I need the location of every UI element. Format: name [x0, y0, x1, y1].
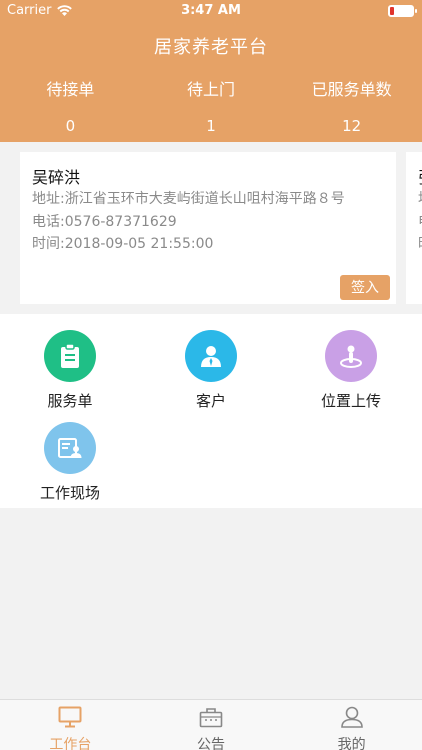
tab-bar: 工作台 公告 我的: [0, 699, 422, 750]
tab-workbench[interactable]: 工作台: [0, 700, 141, 750]
header: 居家养老平台 待接单 0 待上门 1 已服务单数 12: [0, 22, 422, 142]
appointment-time: 时: [418, 233, 422, 253]
grid-item-label: 位置上传: [320, 392, 381, 410]
customer-phone: 电话:0576-87371629: [32, 214, 177, 230]
user-icon: [185, 330, 237, 382]
worksite-icon: [44, 422, 96, 474]
grid-item-work-site[interactable]: 工作现场: [0, 422, 140, 503]
customer-address: 地址:浙江省玉环市大麦屿街道长山咀村海平路８号: [32, 191, 345, 207]
appointment-time: 时间:2018-09-05 21:55:00: [32, 236, 214, 252]
grid-item-location-upload[interactable]: 位置上传: [281, 330, 421, 411]
sign-in-button[interactable]: 签入: [340, 275, 390, 300]
stat-served-count[interactable]: 已服务单数 12: [281, 76, 422, 135]
customer-address: 地: [418, 188, 422, 208]
tab-label: 公告: [197, 737, 225, 750]
location-icon: [325, 330, 377, 382]
tab-label: 我的: [337, 737, 366, 750]
battery-icon: [388, 5, 417, 17]
status-time: 3:47 AM: [181, 3, 241, 18]
function-grid: 服务单 客户 位置上传 工作现场: [0, 314, 422, 508]
monitor-icon: [58, 706, 82, 728]
tab-announcements[interactable]: 公告: [141, 700, 282, 750]
tab-label: 工作台: [49, 737, 92, 750]
order-card[interactable]: 吴碎洪 地址:浙江省玉环市大麦屿街道长山咀村海平路８号 电话:0576-8737…: [20, 152, 396, 304]
grid-item-label: 客户: [195, 392, 226, 410]
profile-icon: [340, 706, 363, 728]
stat-value: 1: [206, 117, 216, 135]
grid-item-customers[interactable]: 客户: [141, 330, 281, 411]
stat-pending-visit[interactable]: 待上门 1: [141, 76, 282, 135]
stat-label: 待上门: [187, 80, 236, 99]
grid-item-label: 工作现场: [39, 484, 100, 502]
customer-name: 吴碎洪: [32, 168, 81, 187]
status-bar: Carrier 3:47 AM: [0, 0, 422, 22]
order-card[interactable]: 张 地 电 时: [406, 152, 422, 304]
stat-label: 待接单: [46, 80, 95, 99]
stat-value: 0: [65, 117, 76, 135]
customer-phone: 电: [418, 211, 422, 231]
stat-value: 12: [342, 117, 362, 135]
order-card-carousel[interactable]: 吴碎洪 地址:浙江省玉环市大麦屿街道长山咀村海平路８号 电话:0576-8737…: [0, 142, 422, 312]
grid-item-service-orders[interactable]: 服务单: [0, 330, 140, 411]
customer-name: 张: [418, 164, 422, 188]
bag-icon: [199, 708, 223, 728]
stat-pending-accept[interactable]: 待接单 0: [0, 76, 141, 135]
tab-mine[interactable]: 我的: [281, 700, 422, 750]
clipboard-icon: [44, 330, 96, 382]
grid-item-label: 服务单: [47, 392, 93, 410]
stat-label: 已服务单数: [311, 80, 392, 99]
page-title: 居家养老平台: [154, 37, 268, 58]
stats-row: 待接单 0 待上门 1 已服务单数 12: [0, 76, 422, 135]
